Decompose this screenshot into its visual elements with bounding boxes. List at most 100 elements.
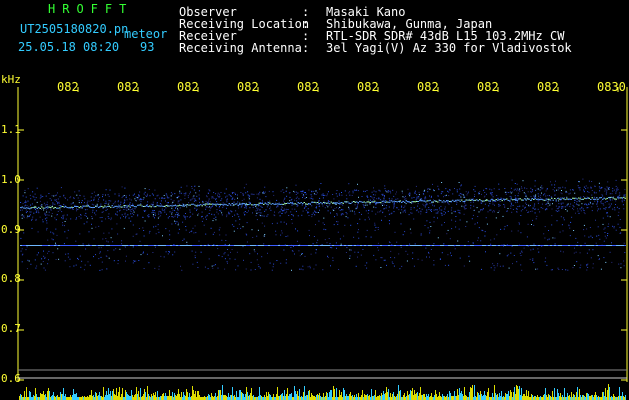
noise-dot bbox=[169, 239, 171, 240]
noise-dot bbox=[55, 219, 57, 221]
noise-dot bbox=[516, 183, 518, 185]
band-trace bbox=[476, 199, 478, 201]
band-trace bbox=[372, 201, 374, 203]
band-trace bbox=[605, 198, 607, 200]
amplitude-bar bbox=[208, 394, 209, 400]
noise-dot bbox=[374, 229, 376, 231]
noise-dot bbox=[177, 232, 179, 234]
amplitude-bar bbox=[305, 396, 306, 400]
carrier-line bbox=[220, 245, 222, 246]
noise-dot bbox=[437, 211, 439, 213]
band-trace bbox=[324, 202, 326, 204]
band-trace bbox=[186, 204, 188, 206]
noise-dot bbox=[108, 217, 110, 219]
noise-dot bbox=[156, 203, 158, 205]
noise-dot bbox=[415, 199, 417, 201]
noise-dot bbox=[600, 188, 602, 189]
noise-dot bbox=[518, 222, 520, 224]
noise-dot bbox=[528, 205, 530, 207]
noise-dot bbox=[282, 189, 284, 191]
noise-dot bbox=[255, 210, 257, 212]
band-trace bbox=[281, 203, 283, 205]
noise-dot bbox=[473, 209, 475, 211]
noise-dot bbox=[295, 191, 297, 193]
amplitude-bar bbox=[326, 392, 327, 400]
band-trace bbox=[452, 199, 454, 201]
noise-dot bbox=[335, 193, 337, 195]
band-trace bbox=[92, 207, 94, 209]
noise-dot bbox=[274, 211, 275, 213]
carrier-line bbox=[542, 245, 544, 246]
amplitude-bar bbox=[42, 394, 43, 400]
noise-dot bbox=[552, 203, 553, 205]
noise-dot bbox=[295, 197, 297, 199]
noise-dot bbox=[154, 189, 156, 191]
noise-dot bbox=[270, 209, 272, 211]
carrier-line bbox=[336, 245, 338, 246]
noise-dot bbox=[599, 188, 601, 190]
band-trace bbox=[104, 205, 106, 207]
noise-dot bbox=[513, 255, 515, 256]
carrier-line bbox=[430, 245, 432, 246]
noise-dot bbox=[84, 214, 86, 216]
noise-dot bbox=[358, 237, 360, 239]
noise-dot bbox=[93, 238, 95, 240]
noise-dot bbox=[560, 216, 562, 218]
signal-noise bbox=[20, 178, 626, 271]
carrier-line bbox=[348, 245, 350, 246]
noise-dot bbox=[591, 206, 593, 208]
band-trace bbox=[443, 200, 445, 202]
noise-dot bbox=[163, 256, 165, 258]
noise-dot bbox=[35, 210, 37, 212]
noise-dot bbox=[516, 261, 518, 263]
carrier-line bbox=[482, 245, 484, 246]
noise-dot bbox=[548, 230, 549, 231]
noise-dot bbox=[110, 237, 112, 239]
noise-dot bbox=[330, 265, 331, 267]
noise-dot bbox=[557, 267, 559, 269]
noise-dot bbox=[305, 209, 307, 211]
noise-dot bbox=[40, 194, 42, 196]
noise-dot bbox=[59, 196, 61, 198]
noise-dot bbox=[487, 211, 489, 213]
amplitude-bar bbox=[470, 387, 471, 400]
band-trace bbox=[143, 206, 145, 207]
band-trace bbox=[336, 202, 338, 204]
noise-dot bbox=[201, 220, 203, 222]
noise-dot bbox=[26, 205, 28, 207]
amplitude-bar bbox=[365, 395, 366, 400]
noise-dot bbox=[172, 209, 174, 211]
band-trace bbox=[303, 202, 305, 203]
noise-dot bbox=[445, 194, 447, 196]
noise-dot bbox=[604, 190, 606, 192]
band-trace bbox=[327, 202, 329, 204]
noise-dot bbox=[208, 213, 210, 214]
amplitude-bar bbox=[125, 390, 126, 400]
noise-dot bbox=[560, 250, 562, 252]
amplitude-bar bbox=[532, 395, 533, 400]
noise-dot bbox=[117, 260, 119, 261]
amplitude-bar bbox=[111, 396, 112, 400]
noise-dot bbox=[202, 200, 203, 202]
noise-dot bbox=[152, 252, 154, 253]
noise-dot bbox=[546, 264, 548, 266]
noise-dot bbox=[353, 236, 355, 238]
amplitude-bar bbox=[508, 391, 509, 400]
noise-dot bbox=[618, 198, 619, 200]
band-trace bbox=[138, 204, 140, 206]
noise-dot bbox=[143, 235, 145, 237]
amplitude-bar bbox=[97, 396, 98, 400]
carrier-line bbox=[382, 245, 384, 246]
band-trace bbox=[450, 200, 452, 202]
noise-dot bbox=[498, 183, 500, 185]
amplitude-bar bbox=[595, 392, 596, 400]
band-trace bbox=[467, 199, 469, 201]
noise-dot bbox=[286, 195, 288, 197]
noise-dot bbox=[44, 213, 46, 215]
noise-dot bbox=[88, 243, 90, 245]
noise-dot bbox=[426, 256, 427, 258]
band-trace bbox=[534, 198, 536, 200]
noise-dot bbox=[358, 212, 360, 213]
noise-dot bbox=[77, 258, 79, 260]
amplitude-bar bbox=[214, 396, 215, 400]
